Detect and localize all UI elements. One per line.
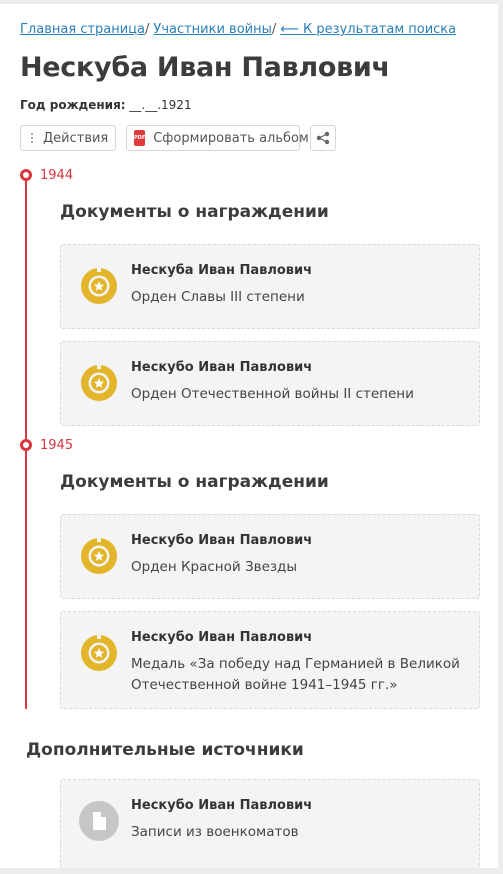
- award-title: Орден Славы III степени: [131, 289, 305, 305]
- bottom-scroll-area: [0, 868, 503, 874]
- source-title: Записи из военкоматов: [131, 824, 299, 840]
- timeline-year-1945: 1945: [40, 438, 74, 453]
- timeline-marker-1944: [20, 169, 32, 181]
- actions-button-label: Действия: [43, 130, 109, 146]
- share-button[interactable]: [310, 125, 336, 151]
- birth-year-label: Год рождения:: [20, 98, 126, 112]
- page: Главная страница/Участники войны/⟵ К рез…: [0, 4, 498, 868]
- source-person-name: Нескубо Иван Павлович: [131, 798, 313, 813]
- section-title-awards-1944: Документы о награждении: [60, 202, 329, 222]
- breadcrumb: Главная страница/Участники войны/⟵ К рез…: [20, 22, 457, 37]
- share-icon: [316, 131, 330, 145]
- award-person-name: Нескуба Иван Павлович: [131, 263, 313, 278]
- page-title: Нескуба Иван Павлович: [20, 52, 390, 83]
- document-icon: [79, 801, 119, 841]
- birth-year-value: __.__.1921: [129, 98, 192, 112]
- back-to-results-link[interactable]: ⟵ К результатам поиска: [280, 22, 456, 37]
- award-person-name: Нескубо Иван Павлович: [131, 533, 313, 548]
- medal-icon: [81, 537, 117, 574]
- award-title: Орден Красной Звезды: [131, 559, 298, 575]
- actions-button[interactable]: Действия: [20, 125, 116, 151]
- birth-year: Год рождения: __.__.1921: [20, 98, 192, 112]
- create-album-button-label: Сформировать альбом: [153, 130, 309, 146]
- source-card[interactable]: Нескубо Иван Павлович Записи из военкома…: [60, 779, 480, 868]
- timeline-year-1944: 1944: [40, 168, 74, 183]
- award-title: Медаль «За победу над Германией в Велико…: [131, 656, 460, 693]
- breadcrumb-home-link[interactable]: Главная страница: [20, 22, 145, 37]
- award-person-name: Нескубо Иван Павлович: [131, 630, 313, 645]
- award-title: Орден Отечественной войны II степени: [131, 386, 414, 402]
- award-card[interactable]: Нескубо Иван Павлович Медаль «За победу …: [60, 611, 480, 709]
- award-card[interactable]: Нескубо Иван Павлович Орден Красной Звез…: [60, 514, 480, 599]
- section-title-additional-sources: Дополнительные источники: [26, 740, 304, 760]
- award-card[interactable]: Нескуба Иван Павлович Орден Славы III ст…: [60, 244, 480, 329]
- award-card[interactable]: Нескубо Иван Павлович Орден Отечественно…: [60, 341, 480, 426]
- pdf-icon: PDF: [134, 130, 146, 146]
- medal-icon: [81, 634, 117, 671]
- create-album-button[interactable]: PDF Сформировать альбом: [126, 125, 309, 151]
- breadcrumb-participants-link[interactable]: Участники войны: [153, 22, 272, 37]
- medal-icon: [81, 267, 117, 304]
- medal-icon: [81, 364, 117, 401]
- section-title-awards-1945: Документы о награждении: [60, 472, 329, 492]
- timeline-marker-1945: [20, 439, 32, 451]
- award-person-name: Нескубо Иван Павлович: [131, 360, 313, 375]
- vertical-dots-icon: [31, 131, 34, 145]
